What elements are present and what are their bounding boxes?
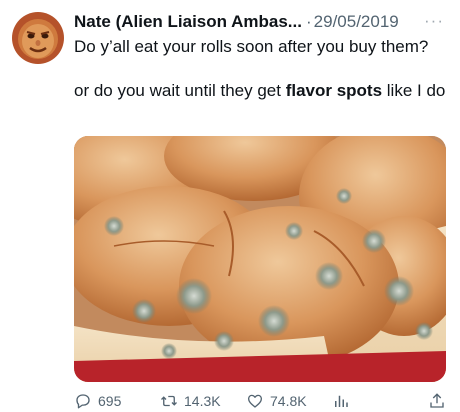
avatar[interactable] (12, 12, 64, 64)
views-button[interactable] (332, 392, 350, 410)
separator: · (305, 12, 312, 31)
views-icon (335, 395, 348, 407)
tweet-line-2-suffix: like I do (382, 81, 446, 100)
author-name[interactable]: Nate (Alien Liaison Ambas... (74, 12, 302, 32)
tweet-line-1: Do y’all eat your rolls soon after you b… (74, 37, 429, 56)
tweet-line-2-bold: flavor spots (285, 81, 383, 100)
reply-button[interactable]: 695 (74, 392, 121, 410)
more-icon[interactable]: ··· (424, 11, 444, 31)
tweet-text: Do y’all eat your rolls soon after you b… (74, 36, 452, 102)
like-icon (247, 394, 263, 408)
retweet-count: 14.3K (184, 393, 221, 409)
retweet-icon (161, 395, 177, 407)
tweet-photo[interactable] (74, 136, 446, 382)
share-icon (430, 393, 444, 408)
tweet: Nate (Alien Liaison Ambas... · 29/05/201… (0, 0, 460, 411)
tweet-line-2: or do you wait until they get flavor spo… (74, 80, 452, 102)
reply-icon (76, 394, 90, 409)
like-count: 74.8K (270, 393, 307, 409)
like-button[interactable]: 74.8K (246, 392, 307, 410)
retweet-button[interactable]: 14.3K (160, 392, 221, 410)
reply-count: 695 (98, 393, 122, 409)
action-bar: 695 14.3K 74.8K (74, 392, 454, 412)
tweet-header: Nate (Alien Liaison Ambas... · 29/05/201… (74, 10, 450, 34)
tweet-date[interactable]: 29/05/2019 (314, 12, 399, 32)
share-button[interactable] (428, 392, 446, 410)
tweet-line-2-prefix: or do you wait until they get (74, 81, 286, 100)
